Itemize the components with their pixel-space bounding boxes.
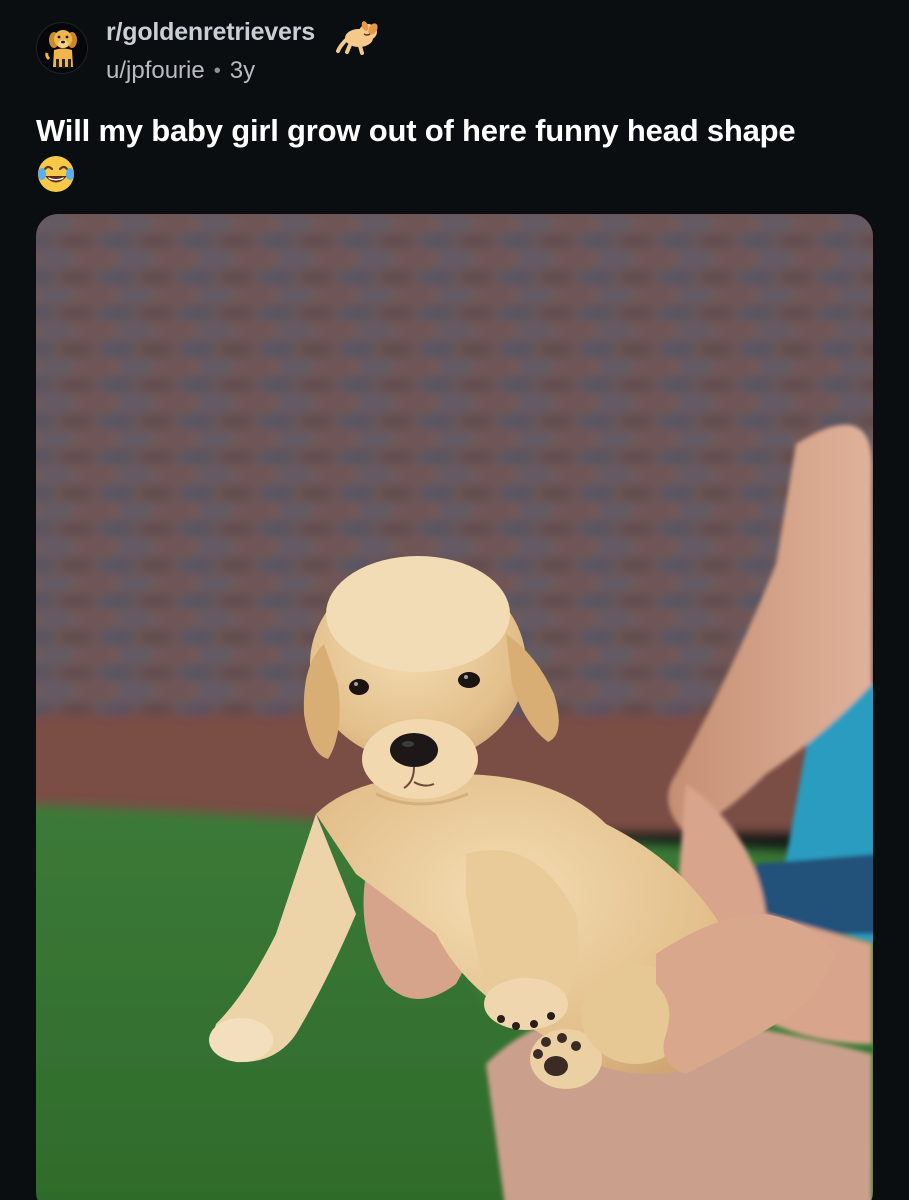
subreddit-avatar[interactable] [36, 22, 88, 74]
face-with-tears-of-joy-icon [36, 154, 76, 205]
post-header: r/goldenretrievers u/jpfourie • 3y [0, 0, 909, 100]
author-username[interactable]: u/jpfourie [106, 57, 205, 85]
post-image[interactable] [36, 214, 873, 1200]
post-title[interactable]: Will my baby girl grow out of here funny… [36, 110, 886, 205]
subreddit-name[interactable]: r/goldenretrievers [106, 18, 315, 47]
sleeping-dog-icon [336, 21, 378, 55]
post-meta: u/jpfourie • 3y [106, 57, 255, 85]
golden-retriever-icon [45, 30, 77, 68]
post-title-text: Will my baby girl grow out of here funny… [36, 113, 796, 148]
puppy-photo [36, 214, 873, 1200]
meta-separator: • [213, 59, 221, 82]
post-age: 3y [229, 57, 256, 84]
